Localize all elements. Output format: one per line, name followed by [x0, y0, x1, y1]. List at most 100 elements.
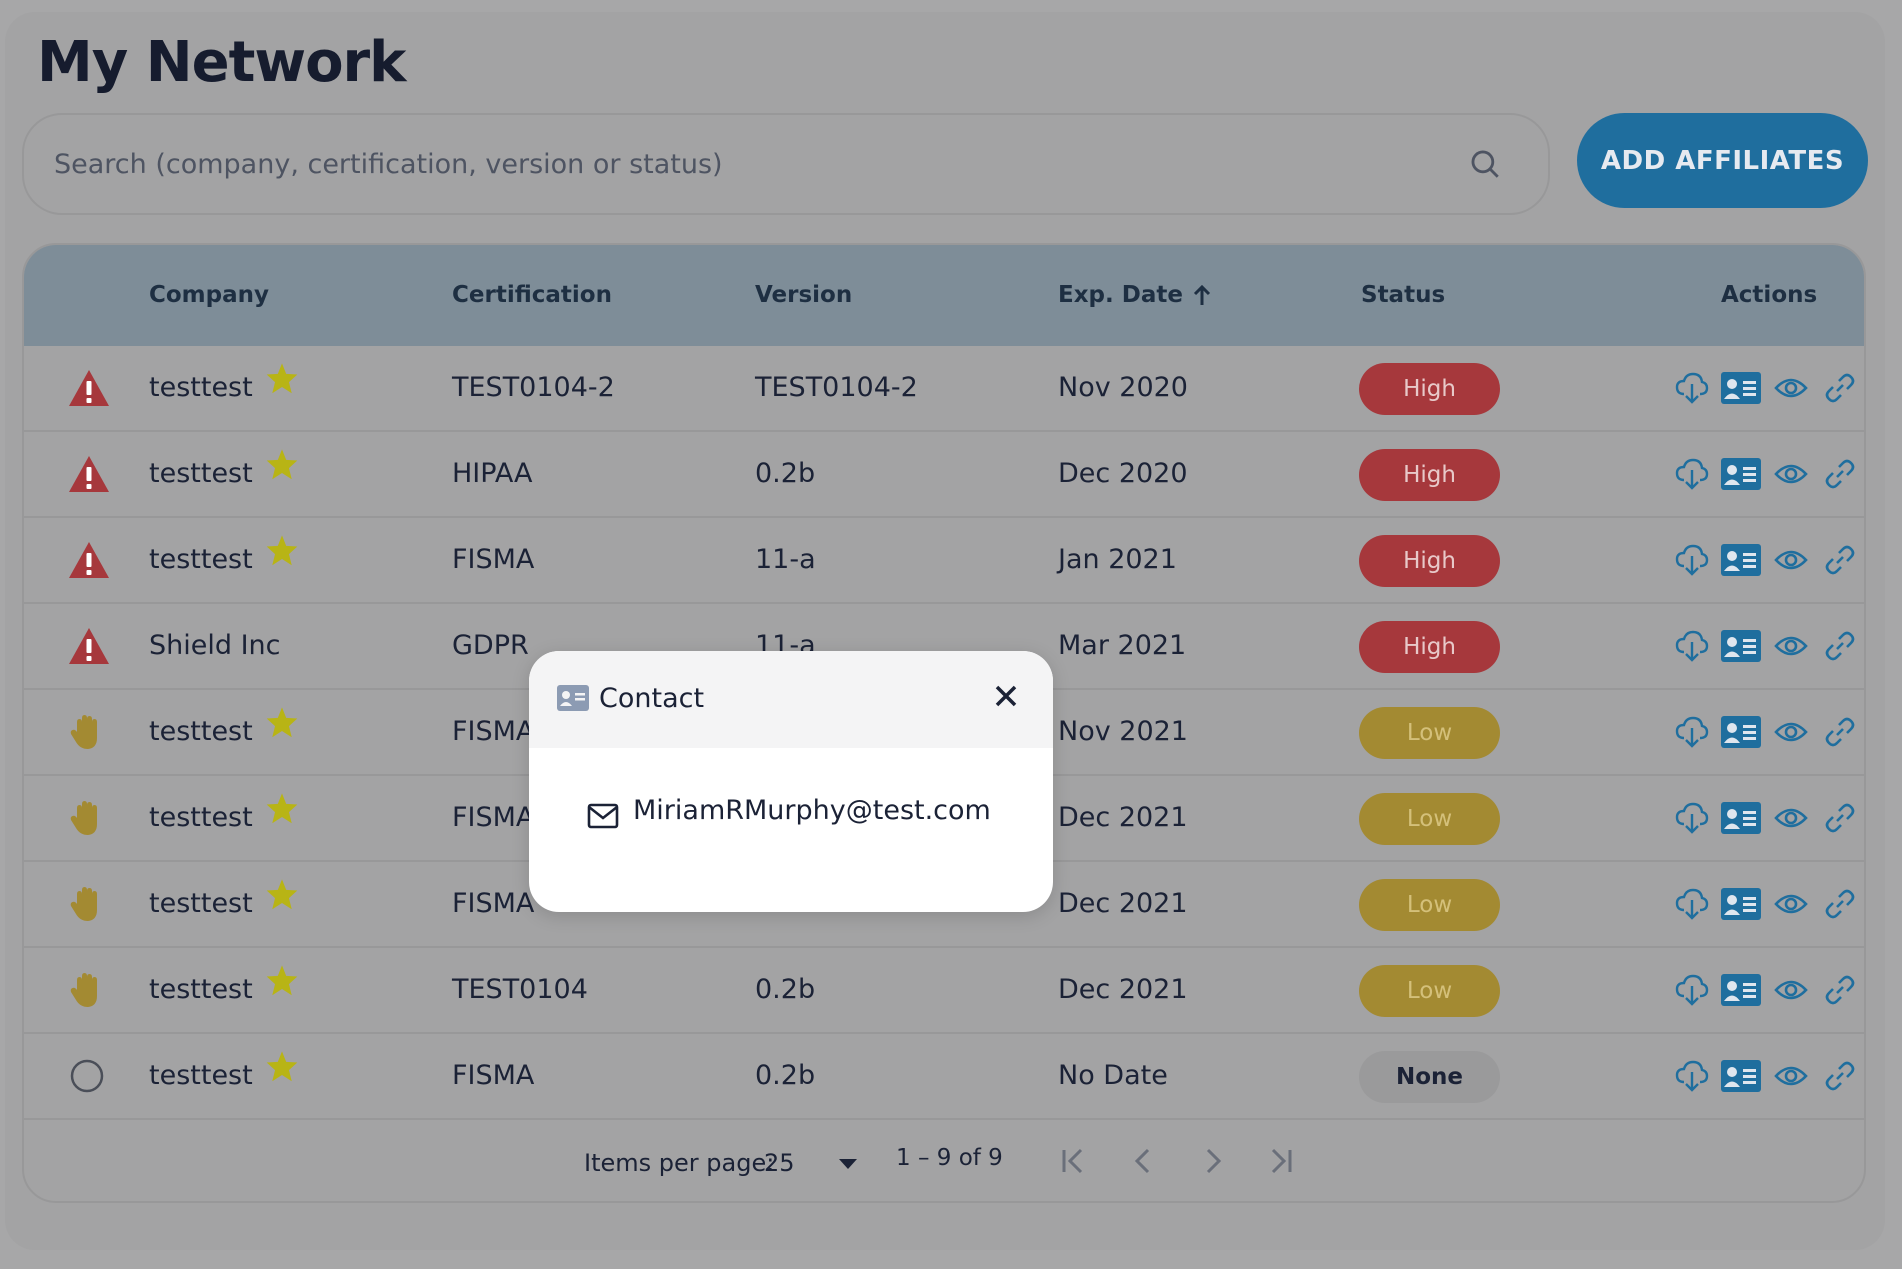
contact-dialog-header: Contact — [529, 651, 1053, 748]
company-name: testtest — [149, 716, 253, 747]
cloud-download-icon[interactable] — [1671, 452, 1713, 496]
cloud-download-icon[interactable] — [1671, 796, 1713, 840]
hand-icon — [67, 970, 111, 1010]
link-icon[interactable] — [1819, 796, 1861, 840]
company-cell: testtest — [149, 432, 299, 516]
eye-icon[interactable] — [1770, 538, 1812, 582]
link-icon[interactable] — [1819, 968, 1861, 1012]
chevron-left-icon — [1134, 1148, 1150, 1174]
link-icon[interactable] — [1819, 366, 1861, 410]
header-company[interactable]: Company — [149, 245, 269, 346]
cloud-download-icon[interactable] — [1671, 624, 1713, 668]
eye-icon[interactable] — [1770, 452, 1812, 496]
certification-cell: GDPR — [452, 630, 529, 661]
last-page-button[interactable] — [1260, 1141, 1300, 1181]
table-row[interactable]: testtest TEST0104 0.2b Dec 2021 Low — [24, 948, 1864, 1034]
last-page-icon — [1271, 1148, 1292, 1174]
warning-triangle-icon — [67, 454, 111, 494]
star-icon[interactable] — [265, 946, 299, 1030]
eye-icon[interactable] — [1770, 882, 1812, 926]
cloud-download-icon[interactable] — [1671, 366, 1713, 410]
paginator: Items per page: 25 1 – 9 of 9 — [24, 1119, 1864, 1201]
eye-icon[interactable] — [1770, 1054, 1812, 1098]
star-icon[interactable] — [265, 344, 299, 428]
eye-icon[interactable] — [1770, 968, 1812, 1012]
cloud-download-icon[interactable] — [1671, 882, 1713, 926]
contact-card-icon[interactable] — [1720, 968, 1762, 1012]
header-certification[interactable]: Certification — [452, 245, 612, 346]
star-icon[interactable] — [265, 430, 299, 514]
version-cell: TEST0104-2 — [755, 372, 918, 403]
contact-card-icon[interactable] — [1720, 538, 1762, 582]
close-icon[interactable] — [991, 681, 1021, 711]
version-cell: 0.2b — [755, 974, 816, 1005]
search-input[interactable] — [54, 115, 1454, 213]
company-name: testtest — [149, 458, 253, 489]
warning-triangle-icon — [67, 626, 111, 666]
header-exp-date[interactable]: Exp. Date — [1058, 245, 1211, 346]
status-badge: Low — [1359, 965, 1500, 1017]
contact-card-icon[interactable] — [1720, 710, 1762, 754]
eye-icon[interactable] — [1770, 624, 1812, 668]
contact-card-icon — [557, 685, 589, 711]
version-cell: 0.2b — [755, 1060, 816, 1091]
eye-icon[interactable] — [1770, 796, 1812, 840]
page-size-select[interactable]: 25 — [764, 1149, 795, 1177]
page-range-label: 1 – 9 of 9 — [896, 1145, 1003, 1171]
link-icon[interactable] — [1819, 710, 1861, 754]
table-row[interactable]: testtest FISMA 0.2b No Date None — [24, 1034, 1864, 1120]
star-icon[interactable] — [265, 860, 299, 944]
contact-card-icon[interactable] — [1720, 796, 1762, 840]
certification-cell: FISMA — [452, 888, 535, 919]
company-name: testtest — [149, 544, 253, 575]
eye-icon[interactable] — [1770, 710, 1812, 754]
certification-cell: FISMA — [452, 544, 535, 575]
previous-page-button[interactable] — [1124, 1141, 1164, 1181]
link-icon[interactable] — [1819, 1054, 1861, 1098]
cloud-download-icon[interactable] — [1671, 1054, 1713, 1098]
search-box — [22, 113, 1550, 215]
company-cell: testtest — [149, 1034, 299, 1118]
link-icon[interactable] — [1819, 624, 1861, 668]
eye-icon[interactable] — [1770, 366, 1812, 410]
contact-card-icon[interactable] — [1720, 366, 1762, 410]
cloud-download-icon[interactable] — [1671, 710, 1713, 754]
contact-card-icon[interactable] — [1720, 452, 1762, 496]
table-row[interactable]: testtest TEST0104-2 TEST0104-2 Nov 2020 High — [24, 346, 1864, 432]
status-badge: Low — [1359, 793, 1500, 845]
star-icon[interactable] — [265, 688, 299, 772]
items-per-page-label: Items per page: — [584, 1149, 775, 1177]
chevron-down-icon[interactable] — [839, 1159, 857, 1169]
cloud-download-icon[interactable] — [1671, 538, 1713, 582]
first-page-button[interactable] — [1054, 1141, 1094, 1181]
header-status[interactable]: Status — [1361, 245, 1445, 346]
exp-date-cell: Mar 2021 — [1058, 630, 1187, 661]
version-cell: 11-a — [755, 544, 816, 575]
link-icon[interactable] — [1819, 538, 1861, 582]
add-affiliates-button[interactable]: ADD AFFILIATES — [1577, 113, 1868, 208]
contact-card-icon[interactable] — [1720, 1054, 1762, 1098]
contact-card-icon[interactable] — [1720, 882, 1762, 926]
star-icon[interactable] — [265, 774, 299, 858]
exp-date-cell: Dec 2021 — [1058, 888, 1188, 919]
cloud-download-icon[interactable] — [1671, 968, 1713, 1012]
table-row[interactable]: testtest FISMA 11-a Jan 2021 High — [24, 518, 1864, 604]
warning-triangle-icon — [67, 368, 111, 408]
exp-date-cell: Nov 2020 — [1058, 372, 1188, 403]
first-page-icon — [1062, 1148, 1083, 1174]
company-name: testtest — [149, 888, 253, 919]
link-icon[interactable] — [1819, 882, 1861, 926]
contact-dialog: Contact MiriamRMurphy@test.com — [529, 651, 1053, 912]
table-row[interactable]: testtest HIPAA 0.2b Dec 2020 High — [24, 432, 1864, 518]
header-version[interactable]: Version — [755, 245, 852, 346]
header-exp-date-label: Exp. Date — [1058, 282, 1183, 308]
star-icon[interactable] — [265, 516, 299, 600]
company-cell: testtest — [149, 948, 299, 1032]
star-icon[interactable] — [265, 1032, 299, 1116]
contact-card-icon[interactable] — [1720, 624, 1762, 668]
certification-cell: TEST0104 — [452, 974, 588, 1005]
link-icon[interactable] — [1819, 452, 1861, 496]
contact-email-link[interactable]: MiriamRMurphy@test.com — [633, 795, 991, 826]
search-icon[interactable] — [1468, 147, 1502, 181]
next-page-button[interactable] — [1192, 1141, 1232, 1181]
